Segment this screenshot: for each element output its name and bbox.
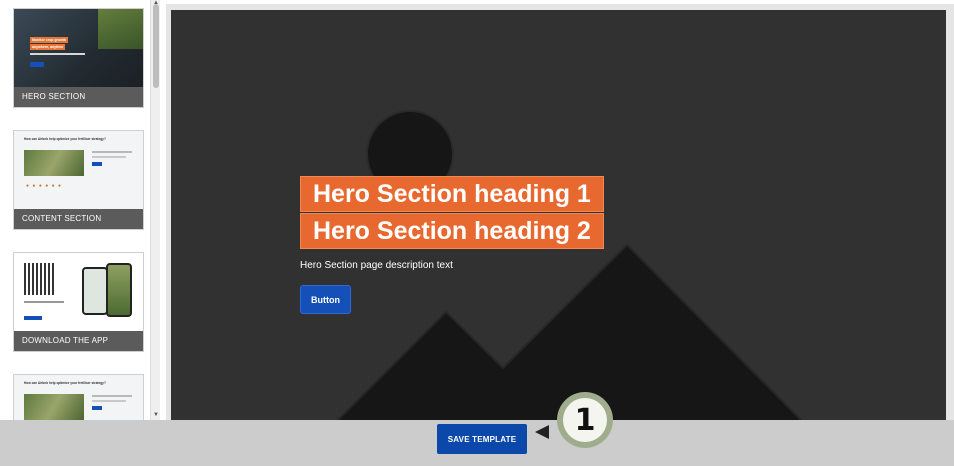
content-thumbnail: How can Airbnb help optimize your fertil… (14, 131, 143, 209)
template-card-label: DOWNLOAD THE APP (14, 331, 143, 351)
hero-heading-1[interactable]: Hero Section heading 1 (300, 176, 604, 212)
hero-thumbnail: Monitor crop growth anywhere, anytime (14, 9, 143, 87)
scrollbar-thumb[interactable] (153, 4, 159, 88)
thumbnail-text (92, 395, 132, 397)
template-card-content[interactable]: How can Airbnb help optimize your fertil… (13, 130, 144, 230)
thumbnail-button (30, 62, 44, 67)
thumbnail-description (30, 53, 85, 55)
thumbnail-button (92, 162, 102, 166)
thumbnail-title: How can Airbnb help optimize your fertil… (24, 381, 106, 385)
thumbnail-text (24, 301, 64, 303)
phone-mockup (82, 267, 108, 315)
thumbnail-text (92, 156, 126, 158)
template-card-hero[interactable]: Monitor crop growth anywhere, anytime HE… (13, 8, 144, 108)
step-marker: 1 (557, 392, 613, 448)
pointer-arrow-icon (535, 425, 549, 439)
thumbnail-button (24, 316, 42, 320)
thumbnail-text (92, 400, 126, 402)
template-card-download-app[interactable]: DOWNLOAD THE APP (13, 252, 144, 352)
thumbnail-field-image (24, 394, 84, 420)
thumbnail-photo (98, 9, 143, 49)
hero-description[interactable]: Hero Section page description text (300, 260, 453, 271)
template-editor: Monitor crop growth anywhere, anytime HE… (0, 0, 954, 466)
thumbnail-title: How can Airbnb help optimize your fertil… (24, 137, 106, 141)
sidebar-scrollbar[interactable]: ▲ ▼ (150, 0, 160, 420)
step-number: 1 (563, 398, 607, 442)
template-card-label: HERO SECTION (14, 87, 143, 107)
phone-mockup (106, 263, 132, 317)
template-card-content-2[interactable]: How can Airbnb help optimize your fertil… (13, 374, 144, 420)
thumbnail-button (92, 406, 102, 410)
download-app-thumbnail (14, 253, 143, 331)
save-template-button[interactable]: SAVE TEMPLATE (437, 424, 527, 454)
template-sidebar: Monitor crop growth anywhere, anytime HE… (0, 0, 160, 420)
hero-heading-2[interactable]: Hero Section heading 2 (300, 213, 604, 249)
scroll-down-icon[interactable]: ▼ (153, 412, 159, 418)
thumbnail-legend-dots: ● ● ● ● ● ● (26, 183, 63, 189)
content-thumbnail: How can Airbnb help optimize your fertil… (14, 375, 143, 420)
template-list: Monitor crop growth anywhere, anytime HE… (0, 0, 150, 420)
qr-code-icon (24, 263, 56, 295)
thumbnail-text (92, 151, 132, 153)
template-card-label: CONTENT SECTION (14, 209, 143, 229)
hero-preview: Hero Section heading 1 Hero Section head… (171, 10, 946, 420)
hero-cta-button[interactable]: Button (300, 285, 351, 314)
thumbnail-heading-2: anywhere, anytime (30, 44, 66, 50)
thumbnail-field-image (24, 150, 84, 176)
thumbnail-heading-1: Monitor crop growth (30, 37, 69, 43)
